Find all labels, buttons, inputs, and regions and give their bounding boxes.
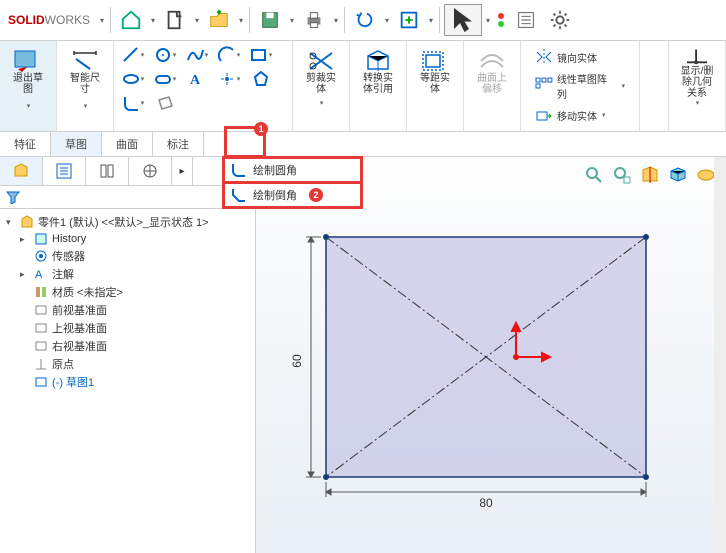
trim-button[interactable]: 剪裁实 体 (297, 44, 345, 99)
dimxpert-tab[interactable] (129, 157, 172, 185)
slot-tool[interactable]: ▾ (150, 68, 180, 90)
settings-button[interactable] (544, 4, 576, 36)
fillet-dropdown-menu: 绘制圆角 绘制倒角 2 (222, 156, 363, 209)
tree-right-plane[interactable]: 右视基准面 (20, 337, 249, 355)
property-tab[interactable] (43, 157, 86, 185)
open-button[interactable] (203, 4, 235, 36)
vertical-scrollbar[interactable] (714, 157, 726, 553)
svg-text:A: A (35, 269, 43, 281)
move-entities-button[interactable]: 移动实体▾ (531, 104, 629, 126)
filter-row[interactable] (0, 186, 255, 209)
tab-surface[interactable]: 曲面 (102, 132, 153, 156)
sketch-drawing: 80 60 (256, 157, 726, 553)
line-tool[interactable]: ▾ (118, 44, 148, 66)
home-button[interactable] (115, 4, 147, 36)
show-relations-button[interactable]: 显示/删 除几何 关系 (673, 44, 721, 99)
spline-tool[interactable]: ▾ (182, 44, 212, 66)
new-button[interactable] (159, 4, 191, 36)
form-button[interactable] (510, 4, 542, 36)
tree-sensors[interactable]: 传感器 (20, 247, 249, 265)
height-dimension: 60 (290, 354, 304, 368)
tree-material[interactable]: 材质 <未指定> (20, 283, 249, 301)
width-dimension: 80 (479, 496, 493, 510)
save-button[interactable] (254, 4, 286, 36)
polygon-tool[interactable] (246, 68, 276, 90)
rebuild-button[interactable] (393, 4, 425, 36)
tab-sketch[interactable]: 草图 (51, 132, 102, 156)
plane-tool[interactable] (150, 92, 180, 114)
chevron-down-icon[interactable]: ▾ (84, 102, 88, 110)
linear-pattern-button[interactable]: 线性草图阵列▾ (531, 69, 629, 103)
tree-front-plane[interactable]: 前视基准面 (20, 301, 249, 319)
ellipse-tool[interactable]: ▾ (118, 68, 148, 90)
tree-sketch1[interactable]: (-) 草图1 (20, 373, 249, 391)
chevron-down-icon[interactable]: ▾ (320, 99, 324, 107)
chevron-right-icon[interactable]: ▸ (172, 157, 193, 185)
rectangle-tool[interactable]: ▾ (246, 44, 276, 66)
graphics-canvas[interactable]: 80 60 (256, 157, 726, 553)
tree-top-plane[interactable]: 上视基准面 (20, 319, 249, 337)
tree-history[interactable]: ▸History (20, 231, 249, 247)
svg-text:A: A (190, 73, 201, 88)
point-tool[interactable]: ▾ (214, 68, 244, 90)
tab-features[interactable]: 特征 (0, 132, 51, 156)
traffic-light-icon (498, 13, 504, 27)
offset-entities-button[interactable]: 等距实 体 (411, 44, 459, 99)
sketch-fillet-menu-item[interactable]: 绘制圆角 (225, 159, 360, 184)
chevron-down-icon[interactable]: ▾ (696, 99, 700, 107)
config-tab[interactable] (86, 157, 129, 185)
tree-origin[interactable]: 原点 (20, 355, 249, 373)
tree-annotations[interactable]: ▸A注解 (20, 265, 249, 283)
chevron-down-icon[interactable]: ▾ (98, 16, 106, 25)
app-logo: SOLIDWORKS (6, 13, 90, 27)
chevron-down-icon[interactable]: ▾ (27, 102, 31, 110)
smart-dimension-button[interactable]: 智能尺 寸 (61, 44, 109, 99)
sketch-tools-grid: ▾ ▾ ▾ ▾ ▾ ▾ ▾ A ▾ ▾ (118, 44, 288, 114)
exit-sketch-button[interactable]: 退出草 图 (4, 44, 52, 99)
funnel-icon (6, 190, 20, 204)
step-badge-1: 1 (254, 122, 268, 136)
fillet-tool[interactable]: ▾ (118, 92, 148, 114)
print-button[interactable] (298, 4, 330, 36)
undo-button[interactable] (349, 4, 381, 36)
feature-tree-tab[interactable] (0, 157, 43, 185)
surface-offset-button[interactable]: 曲面上 偏移 (468, 44, 516, 99)
tab-annotate[interactable]: 标注 (153, 132, 204, 156)
arc-tool[interactable]: ▾ (214, 44, 244, 66)
convert-entities-button[interactable]: 转换实 体引用 (354, 44, 402, 99)
select-tool[interactable] (444, 4, 482, 36)
circle-tool[interactable]: ▾ (150, 44, 180, 66)
tree-root[interactable]: ▾零件1 (默认) <<默认>_显示状态 1> (6, 213, 249, 231)
sketch-chamfer-menu-item[interactable]: 绘制倒角 2 (225, 184, 360, 206)
text-tool[interactable]: A (182, 68, 212, 90)
mirror-entities-button[interactable]: 镜向实体 (531, 46, 629, 68)
step-badge-2: 2 (309, 188, 323, 202)
